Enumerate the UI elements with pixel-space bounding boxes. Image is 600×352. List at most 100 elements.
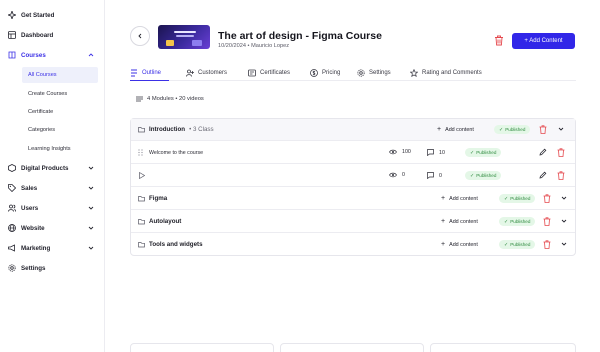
nav-marketing[interactable]: Marketing	[7, 240, 99, 256]
status-badge: ✓ Published	[499, 194, 536, 203]
plus-icon: +	[441, 218, 446, 225]
trash-icon[interactable]	[543, 194, 551, 203]
nav-dashboard[interactable]: Dashboard	[7, 27, 99, 43]
trash-icon[interactable]	[494, 35, 504, 46]
nav-sales[interactable]: Sales	[7, 180, 99, 196]
status-badge: ✓ Published	[494, 125, 531, 134]
sub-categories[interactable]: Categories	[22, 122, 98, 138]
lesson-row[interactable]: 0 0 ✓ Published	[131, 164, 575, 187]
list-icon	[136, 96, 143, 102]
tab-settings[interactable]: Settings	[357, 65, 391, 81]
pencil-icon[interactable]	[539, 171, 547, 179]
modules-summary: 4 Modules • 20 videos	[136, 96, 204, 102]
tab-outline[interactable]: Outline	[130, 65, 169, 81]
box-icon	[7, 164, 16, 173]
tab-certificates[interactable]: Certificates	[248, 65, 290, 81]
trash-icon[interactable]	[539, 125, 547, 134]
tab-rating-comments[interactable]: Rating and Comments	[410, 65, 482, 81]
nav-settings[interactable]: Settings	[7, 260, 99, 276]
add-content-button[interactable]: + Add Content	[512, 33, 575, 49]
status-label: Published	[510, 219, 531, 224]
plus-icon: +	[437, 126, 442, 133]
nav-label: Users	[21, 204, 39, 212]
book-icon	[7, 51, 16, 60]
trash-icon[interactable]	[557, 171, 565, 180]
tab-bar: Outline Customers Certificates Pricing S…	[130, 65, 576, 81]
star-icon	[410, 69, 418, 77]
trash-icon[interactable]	[543, 240, 551, 249]
tag-icon	[7, 184, 16, 193]
module-row[interactable]: Figma + Add content ✓ Published	[131, 187, 575, 210]
add-content-label: Add content	[449, 241, 478, 248]
chevron-down-icon	[88, 166, 94, 170]
chevron-down-icon	[88, 186, 94, 190]
module-row[interactable]: Tools and widgets + Add content ✓ Publis…	[131, 233, 575, 256]
sparkle-icon	[7, 11, 16, 20]
nav-website[interactable]: Website	[7, 220, 99, 236]
chevron-down-icon	[88, 226, 94, 230]
status-badge: ✓ Published	[465, 148, 502, 157]
module-row[interactable]: Autolayout + Add content ✓ Published	[131, 210, 575, 233]
comment-icon	[427, 149, 434, 156]
gear-icon	[7, 264, 16, 273]
nav-label: Marketing	[21, 244, 51, 252]
folder-icon	[138, 219, 145, 225]
tab-label: Certificates	[260, 70, 291, 76]
modules-summary-text: 4 Modules • 20 videos	[147, 96, 204, 102]
chevron-up-icon	[88, 53, 94, 57]
tab-label: Rating and Comments	[422, 70, 482, 76]
course-thumbnail	[158, 25, 210, 49]
certificate-icon	[248, 69, 256, 77]
status-badge: ✓ Published	[465, 171, 502, 180]
comments-stat: 0	[427, 172, 442, 179]
sub-learning-insights[interactable]: Learning Insights	[22, 141, 98, 157]
nav-label: Settings	[21, 264, 46, 272]
views-count: 0	[402, 172, 405, 178]
module-row[interactable]: Introduction • 3 Class + Add content ✓ P…	[131, 119, 575, 141]
module-class-count: • 3 Class	[189, 126, 214, 133]
nav-courses[interactable]: Courses	[7, 47, 99, 63]
comments-count: 10	[439, 149, 445, 156]
sub-certificate[interactable]: Certificate	[22, 104, 98, 120]
status-label: Published	[476, 173, 497, 178]
lesson-row[interactable]: Welcome to the course 100 10 ✓ Published	[131, 141, 575, 164]
dollar-icon	[310, 69, 318, 77]
check-icon: ✓	[504, 241, 509, 248]
folder-icon	[138, 242, 145, 248]
status-badge: ✓ Published	[499, 217, 536, 226]
add-content-link[interactable]: + Add content	[441, 218, 478, 225]
chevron-down-icon	[88, 206, 94, 210]
back-button[interactable]	[130, 26, 150, 46]
eye-icon	[389, 172, 397, 178]
nav-label: Digital Products	[21, 164, 69, 172]
sub-all-courses[interactable]: All Courses	[22, 67, 98, 83]
add-content-link[interactable]: + Add content	[441, 195, 478, 202]
nav-get-started[interactable]: Get Started	[7, 7, 99, 23]
nav-label: Get Started	[21, 11, 55, 19]
tab-pricing[interactable]: Pricing	[310, 65, 340, 81]
add-content-link[interactable]: + Add content	[437, 126, 474, 133]
check-icon: ✓	[499, 126, 504, 133]
pencil-icon[interactable]	[539, 148, 547, 156]
sub-create-courses[interactable]: Create Courses	[22, 86, 98, 102]
check-icon: ✓	[504, 195, 509, 202]
status-label: Published	[476, 150, 497, 155]
views-count: 100	[402, 149, 411, 155]
chevron-down-icon[interactable]	[560, 194, 568, 202]
modules-card: Introduction • 3 Class + Add content ✓ P…	[130, 118, 576, 256]
add-content-link[interactable]: + Add content	[441, 241, 478, 248]
trash-icon[interactable]	[557, 148, 565, 157]
page-title: The art of design - Figma Course	[218, 30, 382, 42]
play-icon[interactable]	[139, 172, 145, 179]
nav-digital-products[interactable]: Digital Products	[7, 160, 99, 176]
comments-stat: 10	[427, 149, 445, 156]
chevron-down-icon[interactable]	[560, 217, 568, 225]
chevron-down-icon[interactable]	[557, 125, 565, 133]
tab-label: Settings	[369, 70, 391, 76]
chevron-down-icon[interactable]	[560, 240, 568, 248]
plus-icon: +	[441, 195, 446, 202]
nav-users[interactable]: Users	[7, 200, 99, 216]
drag-handle-icon[interactable]	[138, 149, 143, 156]
trash-icon[interactable]	[543, 217, 551, 226]
tab-customers[interactable]: Customers	[186, 65, 227, 81]
